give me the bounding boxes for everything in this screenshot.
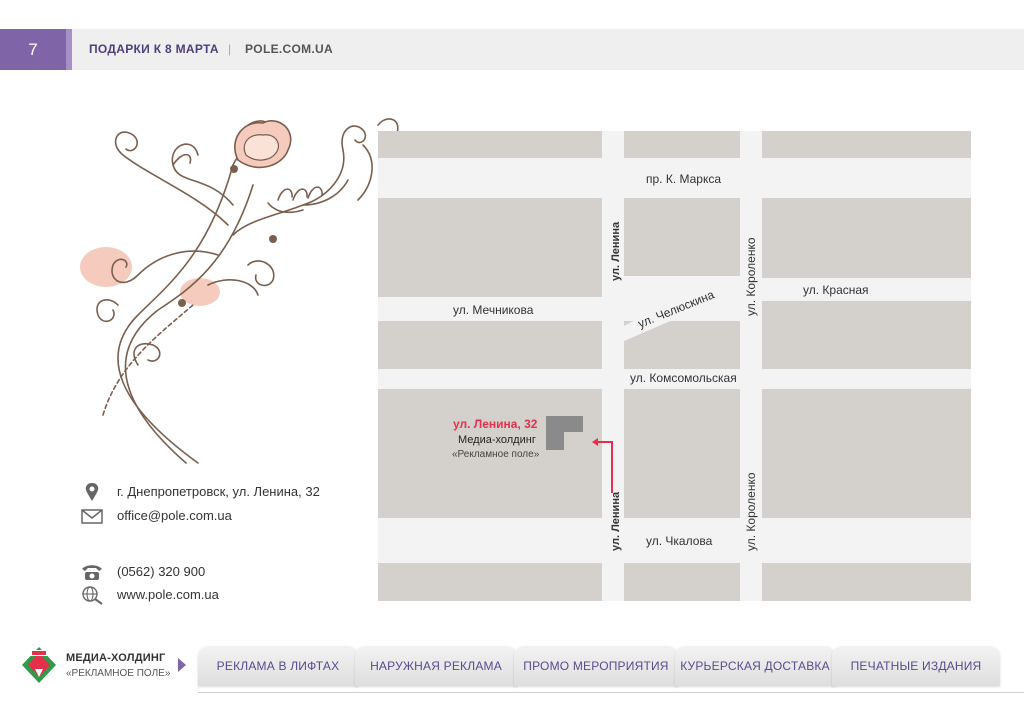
contact-phone-text[interactable]: (0562) 320 900 [117, 564, 205, 579]
map-block [378, 131, 602, 158]
map-block [624, 198, 740, 276]
map-block [762, 198, 971, 278]
telephone-icon [82, 565, 102, 580]
contact-email-link[interactable]: office@pole.com.ua [117, 508, 232, 523]
page-header: 7 ПОДАРКИ К 8 МАРТА | POLE.COM.UA [0, 29, 1024, 70]
map-block [378, 563, 602, 601]
footer-brand-sub: «РЕКЛАМНОЕ ПОЛЕ» [66, 668, 171, 679]
map-block [762, 131, 971, 158]
location-pin-icon [85, 483, 99, 501]
marker-company: Медиа-холдинг [458, 434, 536, 446]
map-block [762, 389, 971, 518]
street-label-lenina-bottom: ул. Ленина [610, 491, 622, 551]
street-label-mechnikova: ул. Мечникова [453, 303, 534, 317]
contact-website[interactable]: www.pole.com.ua [80, 585, 380, 605]
tab-courier-delivery[interactable]: КУРЬЕРСКАЯ ДОСТАВКА [675, 646, 835, 686]
street-label-korolenko-top: ул. Короленко [744, 237, 758, 316]
header-separator: | [228, 42, 232, 56]
map-block [762, 301, 971, 369]
street-label-k-marksa: пр. К. Маркса [646, 172, 721, 186]
tab-print-media[interactable]: ПЕЧАТНЫЕ ИЗДАНИЯ [832, 646, 1000, 686]
page-number-edge [66, 29, 72, 70]
header-title: ПОДАРКИ К 8 МАРТА [89, 42, 219, 56]
contact-website-link[interactable]: www.pole.com.ua [117, 587, 219, 602]
map-block [624, 389, 740, 518]
map-block [624, 563, 740, 601]
street-label-lenina-top: ул. Ленина [610, 221, 622, 281]
company-logo [22, 647, 56, 683]
footer-brand-name: МЕДИА-ХОЛДИНГ [66, 652, 166, 664]
marker-company-sub: «Рекламное поле» [452, 449, 540, 460]
globe-icon [82, 586, 103, 605]
contact-address: г. Днепропетровск, ул. Ленина, 32 [80, 482, 380, 502]
marker-address: ул. Ленина, 32 [453, 417, 538, 431]
page-number: 7 [0, 29, 66, 70]
street-label-chkalova: ул. Чкалова [646, 534, 713, 548]
map-block [378, 198, 602, 297]
tabs-baseline [198, 692, 1024, 693]
tab-elevator-ads[interactable]: РЕКЛАМА В ЛИФТАХ [198, 646, 358, 686]
contact-email[interactable]: office@pole.com.ua [80, 506, 380, 526]
tab-promo-events[interactable]: ПРОМО МЕРОПРИЯТИЯ [514, 646, 678, 686]
footer-arrow-icon [178, 658, 186, 672]
header-site-link[interactable]: POLE.COM.UA [245, 29, 333, 70]
contact-phone[interactable]: (0562) 320 900 [80, 562, 380, 582]
street-label-komsomolskaya: ул. Комсомольская [630, 371, 737, 385]
contact-address-text: г. Днепропетровск, ул. Ленина, 32 [117, 484, 320, 499]
map-block [762, 563, 971, 601]
street-label-krasnaya: ул. Красная [803, 283, 869, 297]
floral-ornament [80, 118, 423, 464]
map-block [378, 321, 602, 369]
map-block [624, 131, 740, 158]
street-label-korolenko-bottom: ул. Короленко [744, 472, 758, 551]
street-map: пр. К. Маркса ул. Ленина ул. Ленина ул. … [378, 131, 971, 601]
envelope-icon [81, 509, 103, 524]
tab-outdoor-ads[interactable]: НАРУЖНАЯ РЕКЛАМА [355, 646, 517, 686]
